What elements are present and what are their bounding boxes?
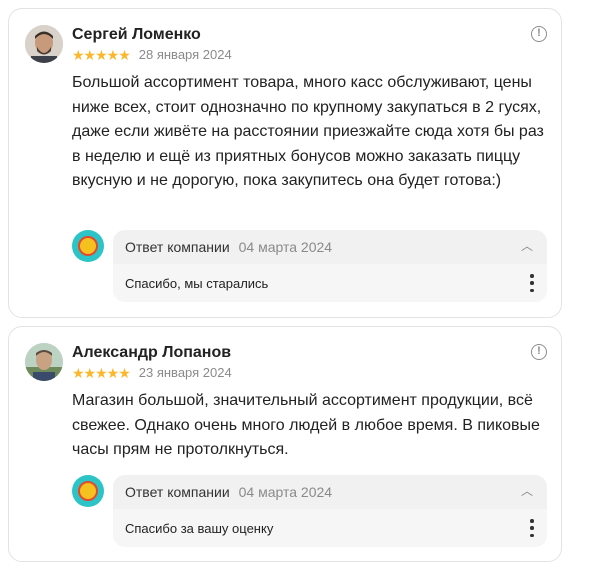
- rating-stars: ★★★★★: [72, 46, 131, 63]
- reply-date: 04 марта 2024: [238, 239, 333, 255]
- company-reply: Ответ компании 04 марта 2024 ︿ Спасибо, …: [113, 230, 547, 302]
- review-card: Александр Лопанов ★★★★★ 23 января 2024 !…: [8, 326, 562, 562]
- avatar[interactable]: [25, 25, 63, 63]
- avatar[interactable]: [25, 343, 63, 381]
- review-meta: ★★★★★ 28 января 2024: [72, 47, 232, 62]
- reply-body: Спасибо, мы старались: [113, 264, 547, 302]
- rating-stars: ★★★★★: [72, 364, 131, 381]
- review-date: 23 января 2024: [138, 365, 232, 380]
- review-author[interactable]: Сергей Ломенко: [72, 26, 201, 44]
- company-reply: Ответ компании 04 марта 2024 ︿ Спасибо з…: [113, 475, 547, 547]
- more-vertical-icon[interactable]: [529, 519, 535, 537]
- chevron-up-icon[interactable]: ︿: [519, 483, 535, 499]
- review-text: Большой ассортимент товара, много касс о…: [72, 74, 544, 189]
- company-logo-icon: [72, 230, 104, 262]
- review-meta: ★★★★★ 23 января 2024: [72, 365, 232, 380]
- chevron-up-icon[interactable]: ︿: [519, 238, 535, 254]
- reply-body: Спасибо за вашу оценку: [113, 509, 547, 547]
- reply-text: Спасибо за вашу оценку: [125, 521, 274, 536]
- review-text: Магазин большой, значительный ассортимен…: [72, 392, 540, 458]
- reply-title: Ответ компании: [125, 484, 230, 500]
- review-date: 28 января 2024: [138, 47, 232, 62]
- review-author[interactable]: Александр Лопанов: [72, 344, 231, 362]
- info-icon[interactable]: !: [531, 344, 547, 360]
- reply-title: Ответ компании: [125, 239, 230, 255]
- reply-date: 04 марта 2024: [238, 484, 333, 500]
- reply-header: Ответ компании 04 марта 2024: [125, 484, 332, 500]
- review-card: Сергей Ломенко ★★★★★ 28 января 2024 ! Бо…: [8, 8, 562, 318]
- reply-header: Ответ компании 04 марта 2024: [125, 239, 332, 255]
- company-logo-icon: [72, 475, 104, 507]
- reply-text: Спасибо, мы старались: [125, 276, 269, 291]
- info-icon[interactable]: !: [531, 26, 547, 42]
- more-vertical-icon[interactable]: [529, 274, 535, 292]
